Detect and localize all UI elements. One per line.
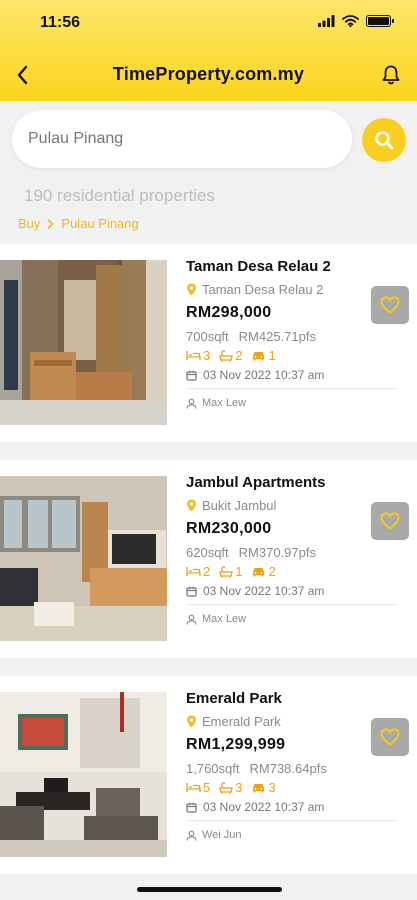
chevron-right-icon xyxy=(48,218,55,229)
listing-size: 1,760sqft RM738.64pfs xyxy=(186,761,400,776)
listing-card[interactable]: Emerald Park Emerald Park RM1,299,999 1,… xyxy=(0,676,417,874)
calendar-icon xyxy=(186,586,197,597)
listing-psf: RM370.97pfs xyxy=(238,545,316,560)
listing-date: 03 Nov 2022 10:37 am xyxy=(186,800,400,814)
divider xyxy=(186,604,396,605)
calendar-icon xyxy=(186,802,197,813)
breadcrumb-item-location[interactable]: Pulau Pinang xyxy=(61,216,138,231)
bed-count: 2 xyxy=(203,564,211,579)
app-header: 11:56 TimeProperty.com.my xyxy=(0,0,417,101)
car-icon xyxy=(253,784,265,793)
home-indicator[interactable] xyxy=(137,887,282,892)
search-icon xyxy=(375,131,394,150)
divider xyxy=(186,388,396,389)
listing-card[interactable]: Taman Desa Relau 2 Taman Desa Relau 2 RM… xyxy=(0,244,417,442)
search-button[interactable] xyxy=(362,118,406,162)
notifications-button[interactable] xyxy=(379,62,403,88)
bath-count: 3 xyxy=(235,780,243,795)
listing-agent: Max Lew xyxy=(186,613,400,625)
property-photo[interactable] xyxy=(0,476,167,641)
search-field[interactable] xyxy=(12,110,352,168)
listing-psf: RM738.64pfs xyxy=(249,761,327,776)
listing-features: 3 2 1 xyxy=(186,348,400,363)
battery-icon xyxy=(366,15,394,27)
listing-price: RM298,000 xyxy=(186,304,272,321)
listing-price: RM230,000 xyxy=(186,520,272,537)
bed-icon xyxy=(186,567,201,576)
wifi-icon xyxy=(342,15,359,27)
divider xyxy=(186,820,396,821)
search-input[interactable] xyxy=(28,130,352,148)
calendar-icon xyxy=(186,370,197,381)
bell-icon xyxy=(382,65,400,85)
breadcrumb: Buy Pulau Pinang xyxy=(18,216,139,231)
bath-count: 1 xyxy=(235,564,243,579)
car-icon xyxy=(253,352,265,361)
favorite-button[interactable] xyxy=(371,502,409,540)
favorite-button[interactable] xyxy=(371,718,409,756)
bath-icon xyxy=(219,781,234,794)
property-photo[interactable] xyxy=(0,260,167,425)
heart-icon xyxy=(380,512,400,530)
location-pin-icon xyxy=(187,499,196,512)
property-photo[interactable] xyxy=(0,692,167,857)
page-title: TimeProperty.com.my xyxy=(112,64,305,84)
heart-icon xyxy=(380,728,400,746)
listing-title[interactable]: Emerald Park xyxy=(186,690,400,710)
status-time: 11:56 xyxy=(40,14,81,31)
listing-date: 03 Nov 2022 10:37 am xyxy=(186,368,400,382)
user-icon xyxy=(186,398,197,409)
listing-size: 620sqft RM370.97pfs xyxy=(186,545,400,560)
listing-location: Taman Desa Relau 2 xyxy=(186,282,400,297)
listing-title[interactable]: Taman Desa Relau 2 xyxy=(186,258,400,278)
listing-sqft: 1,760sqft xyxy=(186,761,240,776)
listing-agent: Max Lew xyxy=(186,397,400,409)
listing-agent: Wei Jun xyxy=(186,829,400,841)
bath-icon xyxy=(219,349,234,362)
location-pin-icon xyxy=(187,283,196,296)
heart-icon xyxy=(380,296,400,314)
listing-card[interactable]: Jambul Apartments Bukit Jambul RM230,000… xyxy=(0,460,417,658)
parking-count: 3 xyxy=(268,780,276,795)
listing-date: 03 Nov 2022 10:37 am xyxy=(186,584,400,598)
result-count: 190 residential properties xyxy=(24,186,215,205)
listing-location: Bukit Jambul xyxy=(186,498,400,513)
listing-price: RM1,299,999 xyxy=(186,736,286,753)
bed-count: 5 xyxy=(203,780,211,795)
listing-sqft: 620sqft xyxy=(186,545,229,560)
listing-location: Emerald Park xyxy=(186,714,400,729)
parking-count: 1 xyxy=(268,348,276,363)
listing-size: 700sqft RM425.71pfs xyxy=(186,329,400,344)
location-pin-icon xyxy=(187,715,196,728)
bed-icon xyxy=(186,783,201,792)
listing-features: 2 1 2 xyxy=(186,564,400,579)
listing-title[interactable]: Jambul Apartments xyxy=(186,474,400,494)
listing-features: 5 3 3 xyxy=(186,780,400,795)
signal-icon xyxy=(318,15,335,27)
bath-count: 2 xyxy=(235,348,243,363)
listing-sqft: 700sqft xyxy=(186,329,229,344)
status-icons xyxy=(318,15,394,27)
user-icon xyxy=(186,830,197,841)
parking-count: 2 xyxy=(268,564,276,579)
bath-icon xyxy=(219,565,234,578)
car-icon xyxy=(253,568,265,577)
listing-psf: RM425.71pfs xyxy=(238,329,316,344)
bed-icon xyxy=(186,351,201,360)
user-icon xyxy=(186,614,197,625)
bed-count: 3 xyxy=(203,348,211,363)
favorite-button[interactable] xyxy=(371,286,409,324)
breadcrumb-item-buy[interactable]: Buy xyxy=(18,216,40,231)
